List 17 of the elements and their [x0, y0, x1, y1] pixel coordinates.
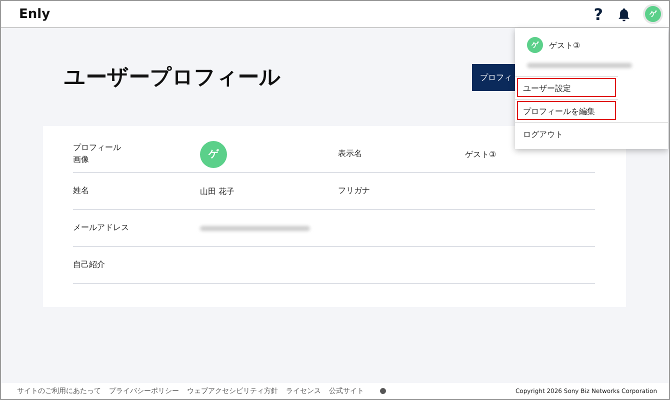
- field-label: メールアドレス: [73, 222, 130, 234]
- help-icon[interactable]: ?: [594, 4, 603, 24]
- user-name: ゲスト③: [549, 40, 580, 50]
- field-label: プロフィール画像: [73, 142, 122, 166]
- logo[interactable]: Enly: [19, 6, 50, 22]
- field-label: 姓名: [73, 185, 90, 197]
- menu-item[interactable]: ユーザー設定: [515, 76, 618, 99]
- field-value: 山田 花子: [200, 186, 235, 196]
- menu-item[interactable]: プロフィールを編集: [515, 99, 618, 122]
- field-value: ゲスト③: [465, 148, 496, 160]
- field-label: 表示名: [338, 148, 363, 160]
- field-label: フリガナ: [338, 185, 371, 197]
- profile-avatar: ゲ: [200, 140, 227, 168]
- page-title: ユーザープロフィール: [64, 64, 281, 91]
- bell-icon[interactable]: [617, 6, 631, 22]
- menu-item[interactable]: ログアウト: [515, 122, 668, 145]
- field-label: 自己紹介: [73, 259, 106, 271]
